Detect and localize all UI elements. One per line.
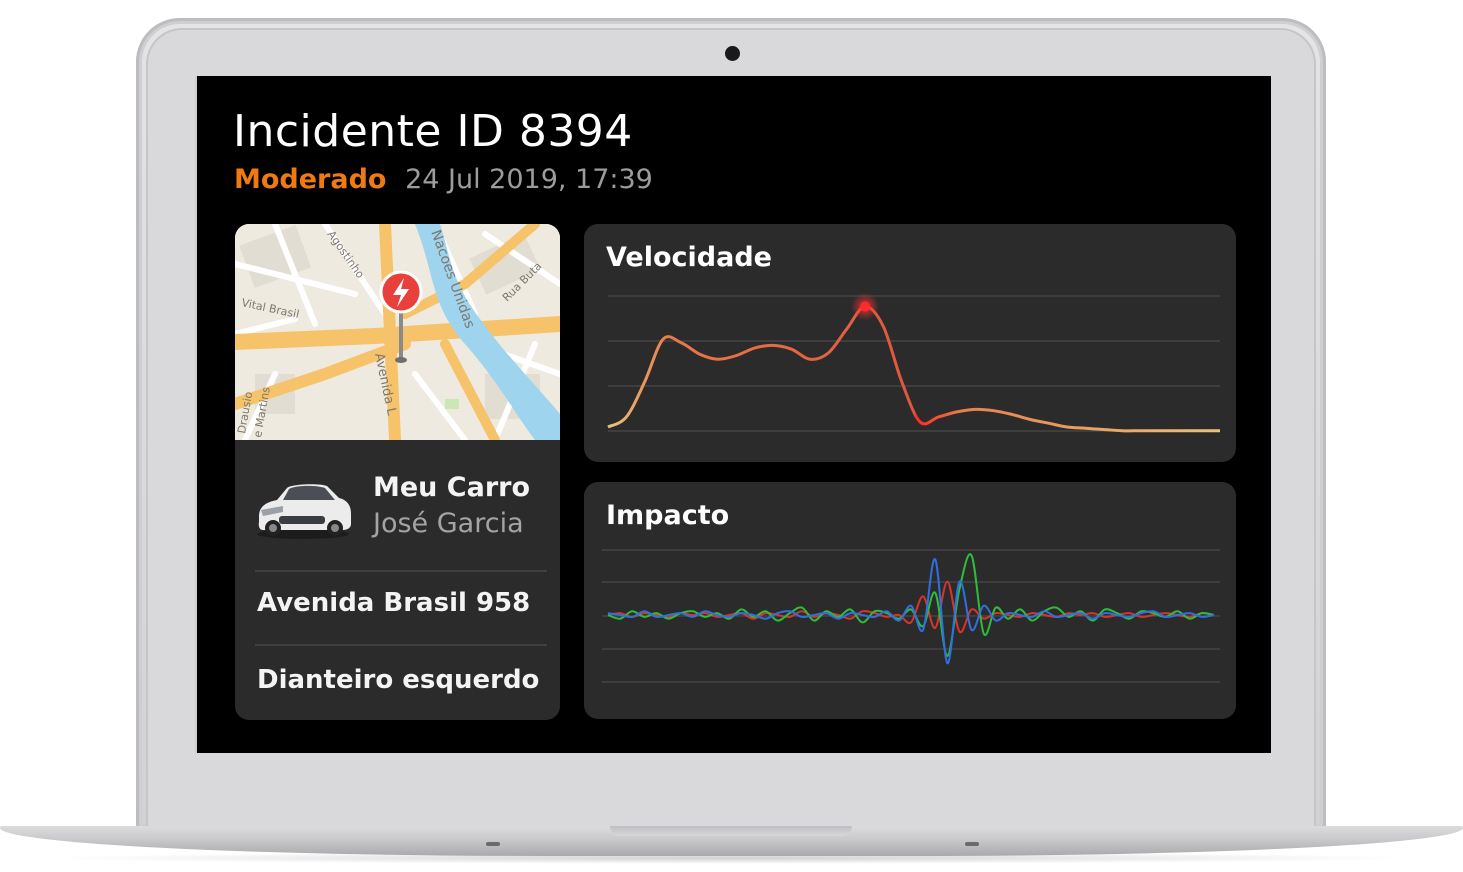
speed-peak-point[interactable] <box>860 301 871 312</box>
vehicle-name: Meu Carro <box>373 472 531 503</box>
car-icon <box>257 484 351 539</box>
laptop-notch <box>610 826 852 836</box>
divider <box>255 644 547 646</box>
speed-series-line <box>607 305 1220 433</box>
impact-chart-title: Impacto <box>606 500 730 531</box>
camera-icon <box>725 46 740 61</box>
incident-datetime: 24 Jul 2019, 17:39 <box>405 164 653 195</box>
incident-address: Avenida Brasil 958 <box>257 588 531 618</box>
map-graphic: Vital Brasil Agostinho Nacoes Unidas Rua… <box>235 224 560 440</box>
laptop-foot <box>965 842 979 846</box>
impact-series-blue <box>607 558 1215 665</box>
laptop-foot <box>486 842 500 846</box>
impact-chart-card: Impacto <box>584 482 1236 719</box>
impact-series-red <box>607 580 1215 634</box>
severity-badge: Moderado <box>234 164 387 195</box>
app-screen: Incidente ID 8394 Moderado 24 Jul 2019, … <box>195 76 1271 753</box>
divider <box>255 570 547 572</box>
vehicle-row[interactable]: Meu Carro José Garcia <box>253 462 553 552</box>
incident-details-card: Vital Brasil Agostinho Nacoes Unidas Rua… <box>235 224 560 720</box>
speed-chart-title: Velocidade <box>606 242 772 273</box>
incident-subtitle: Moderado 24 Jul 2019, 17:39 <box>234 164 653 195</box>
vehicle-owner: José Garcia <box>373 508 524 539</box>
page-title: Incidente ID 8394 <box>233 106 633 157</box>
location-map[interactable]: Vital Brasil Agostinho Nacoes Unidas Rua… <box>235 224 560 440</box>
impact-position: Dianteiro esquerdo <box>257 665 540 695</box>
speed-chart-card: Velocidade <box>584 224 1236 462</box>
